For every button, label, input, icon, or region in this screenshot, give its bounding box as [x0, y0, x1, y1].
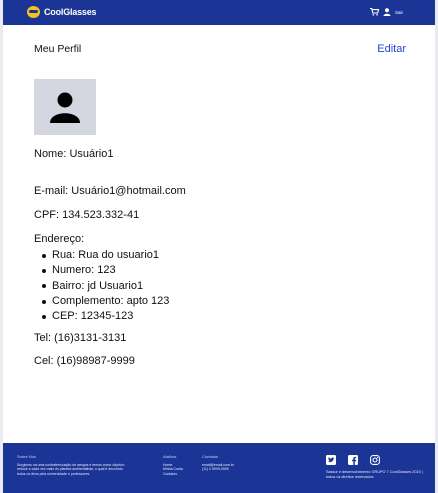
user-silhouette-icon: [50, 92, 80, 123]
list-item: Complemento: apto 123: [40, 294, 169, 309]
page-frame: [0, 0, 438, 493]
instagram-icon[interactable]: [370, 452, 380, 470]
footer-about: Sobre Nós Surgimos na uma confraternizaç…: [17, 454, 129, 476]
list-item: Numero: 123: [40, 263, 169, 278]
profile-tel: Tel: (16)3131-3131: [34, 332, 127, 344]
avatar: [34, 79, 96, 135]
footer-copyright: Sassor e desenvolvimento GRUPO 7 CoolGla…: [326, 470, 423, 479]
address-street: Rua: Rua do usuario1: [52, 249, 160, 262]
profile-cpf: CPF: 134.523.332-41: [34, 209, 140, 221]
bullet-icon: [42, 314, 46, 319]
twitter-icon[interactable]: [326, 452, 336, 470]
list-item: Bairro: jd Usuario1: [40, 279, 169, 294]
bullet-icon: [42, 299, 46, 304]
header-actions: Sair: [369, 8, 403, 16]
footer-contacts: Contatos email@email.com.br (11) 4 0909-…: [202, 454, 234, 472]
footer-link-account[interactable]: Minha Conta: [163, 467, 183, 471]
edit-profile-link[interactable]: Editar: [377, 43, 406, 55]
address-district: Bairro: jd Usuario1: [52, 279, 144, 292]
cart-icon[interactable]: [369, 8, 379, 16]
list-item: Rua: Rua do usuario1: [40, 248, 169, 263]
footer-contact-phone: (11) 4 0909-0909: [202, 467, 229, 472]
social-icons: [326, 452, 380, 470]
brand-name: CoolGlasses: [44, 7, 97, 17]
footer-link-contacts[interactable]: Contatos: [163, 472, 183, 476]
footer-about-heading: Sobre Nós: [17, 454, 36, 459]
list-item: CEP: 12345-123: [40, 309, 169, 324]
facebook-icon[interactable]: [348, 452, 358, 470]
top-navbar: CoolGlasses Sair: [3, 0, 435, 25]
profile-cel: Cel: (16)98987-9999: [34, 355, 135, 367]
page-title: Meu Perfil: [34, 43, 82, 55]
glasses-logo-icon: [27, 6, 40, 18]
footer-links-heading: Atalhos: [163, 454, 177, 459]
bullet-icon: [42, 268, 46, 273]
logout-link[interactable]: Sair: [395, 10, 403, 15]
brand-logo[interactable]: CoolGlasses: [27, 6, 97, 18]
site-footer: Sobre Nós Surgimos na uma confraternizaç…: [3, 443, 435, 493]
user-icon[interactable]: [383, 8, 391, 16]
address-label: Endereço:: [34, 233, 85, 245]
address-zip: CEP: 12345-123: [52, 310, 134, 323]
profile-email: E-mail: Usuário1@hotmail.com: [34, 185, 186, 197]
bullet-icon: [42, 253, 46, 258]
footer-links: Atalhos Home Minha Conta Contatos: [163, 454, 183, 476]
address-list: Rua: Rua do usuario1 Numero: 123 Bairro:…: [40, 248, 169, 324]
footer-contacts-heading: Contatos: [202, 454, 219, 459]
address-complement: Complemento: apto 123: [52, 295, 170, 308]
address-number: Numero: 123: [52, 264, 116, 277]
bullet-icon: [42, 284, 46, 289]
footer-about-text: Surgimos na uma confraternização de amig…: [17, 463, 125, 476]
profile-name: Nome: Usuário1: [34, 148, 114, 160]
